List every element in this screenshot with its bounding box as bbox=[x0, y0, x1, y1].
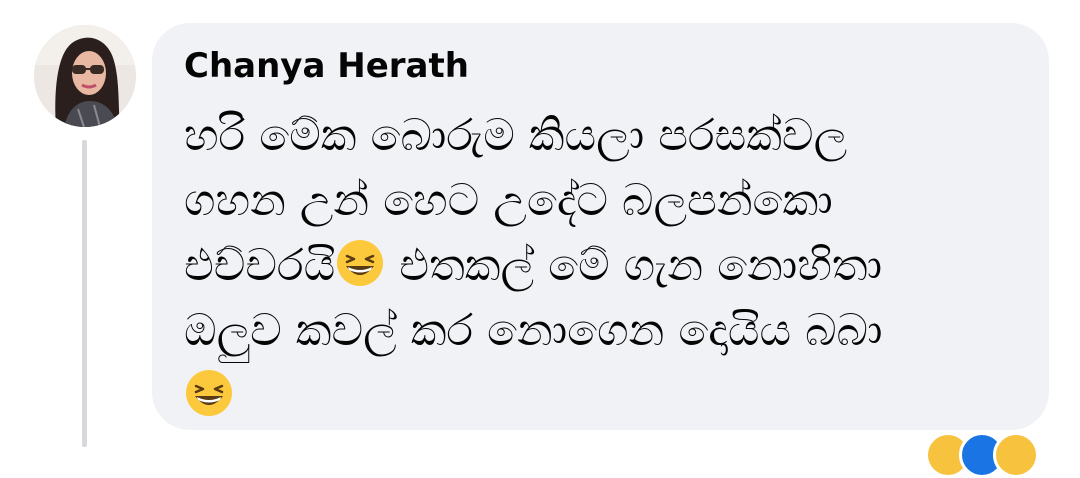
comment-line-3b-text: එතකල් මේ ගැන නොහිතා bbox=[399, 240, 883, 291]
comment-text: හරි මේක බොරුම කියලා පරසක්වල ගහන උන් හෙට … bbox=[184, 103, 1024, 428]
comment-line-2: ගහන උන් හෙට උදේට බලපන්කො bbox=[184, 168, 1024, 233]
comment-line-1: හරි මේක බොරුම කියලා පරසක්වල bbox=[184, 103, 1024, 168]
comment-line-3-text: එච්චරයි bbox=[184, 240, 336, 291]
reaction-summary[interactable] bbox=[915, 432, 1045, 478]
grinning-squinting-face-emoji-icon bbox=[337, 240, 384, 286]
grinning-squinting-face-emoji-icon bbox=[186, 370, 232, 416]
comment-line-1-text: හරි මේක බොරුම කියලා පරසක්වල bbox=[184, 110, 848, 161]
comment-author-name[interactable]: Chanya Herath bbox=[184, 42, 469, 90]
comment-line-2-text: ගහන උන් හෙට උදේට බලපන්කො bbox=[184, 175, 833, 226]
avatar[interactable] bbox=[34, 25, 136, 127]
comment-line-3: එච්චරයි එතකල් මේ ගැන නොහිතා bbox=[184, 233, 1024, 298]
reply-thread-line bbox=[82, 140, 87, 447]
comment-line-5 bbox=[184, 363, 1024, 428]
profile-photo bbox=[34, 25, 136, 127]
comment-line-4: ඔලුව කවල් කර නොගෙන දොයිය බබා bbox=[184, 298, 1024, 363]
comment-line-4-text: ඔලුව කවල් කර නොගෙන දොයිය බබා bbox=[184, 305, 883, 356]
haha-reaction-icon bbox=[993, 432, 1039, 478]
